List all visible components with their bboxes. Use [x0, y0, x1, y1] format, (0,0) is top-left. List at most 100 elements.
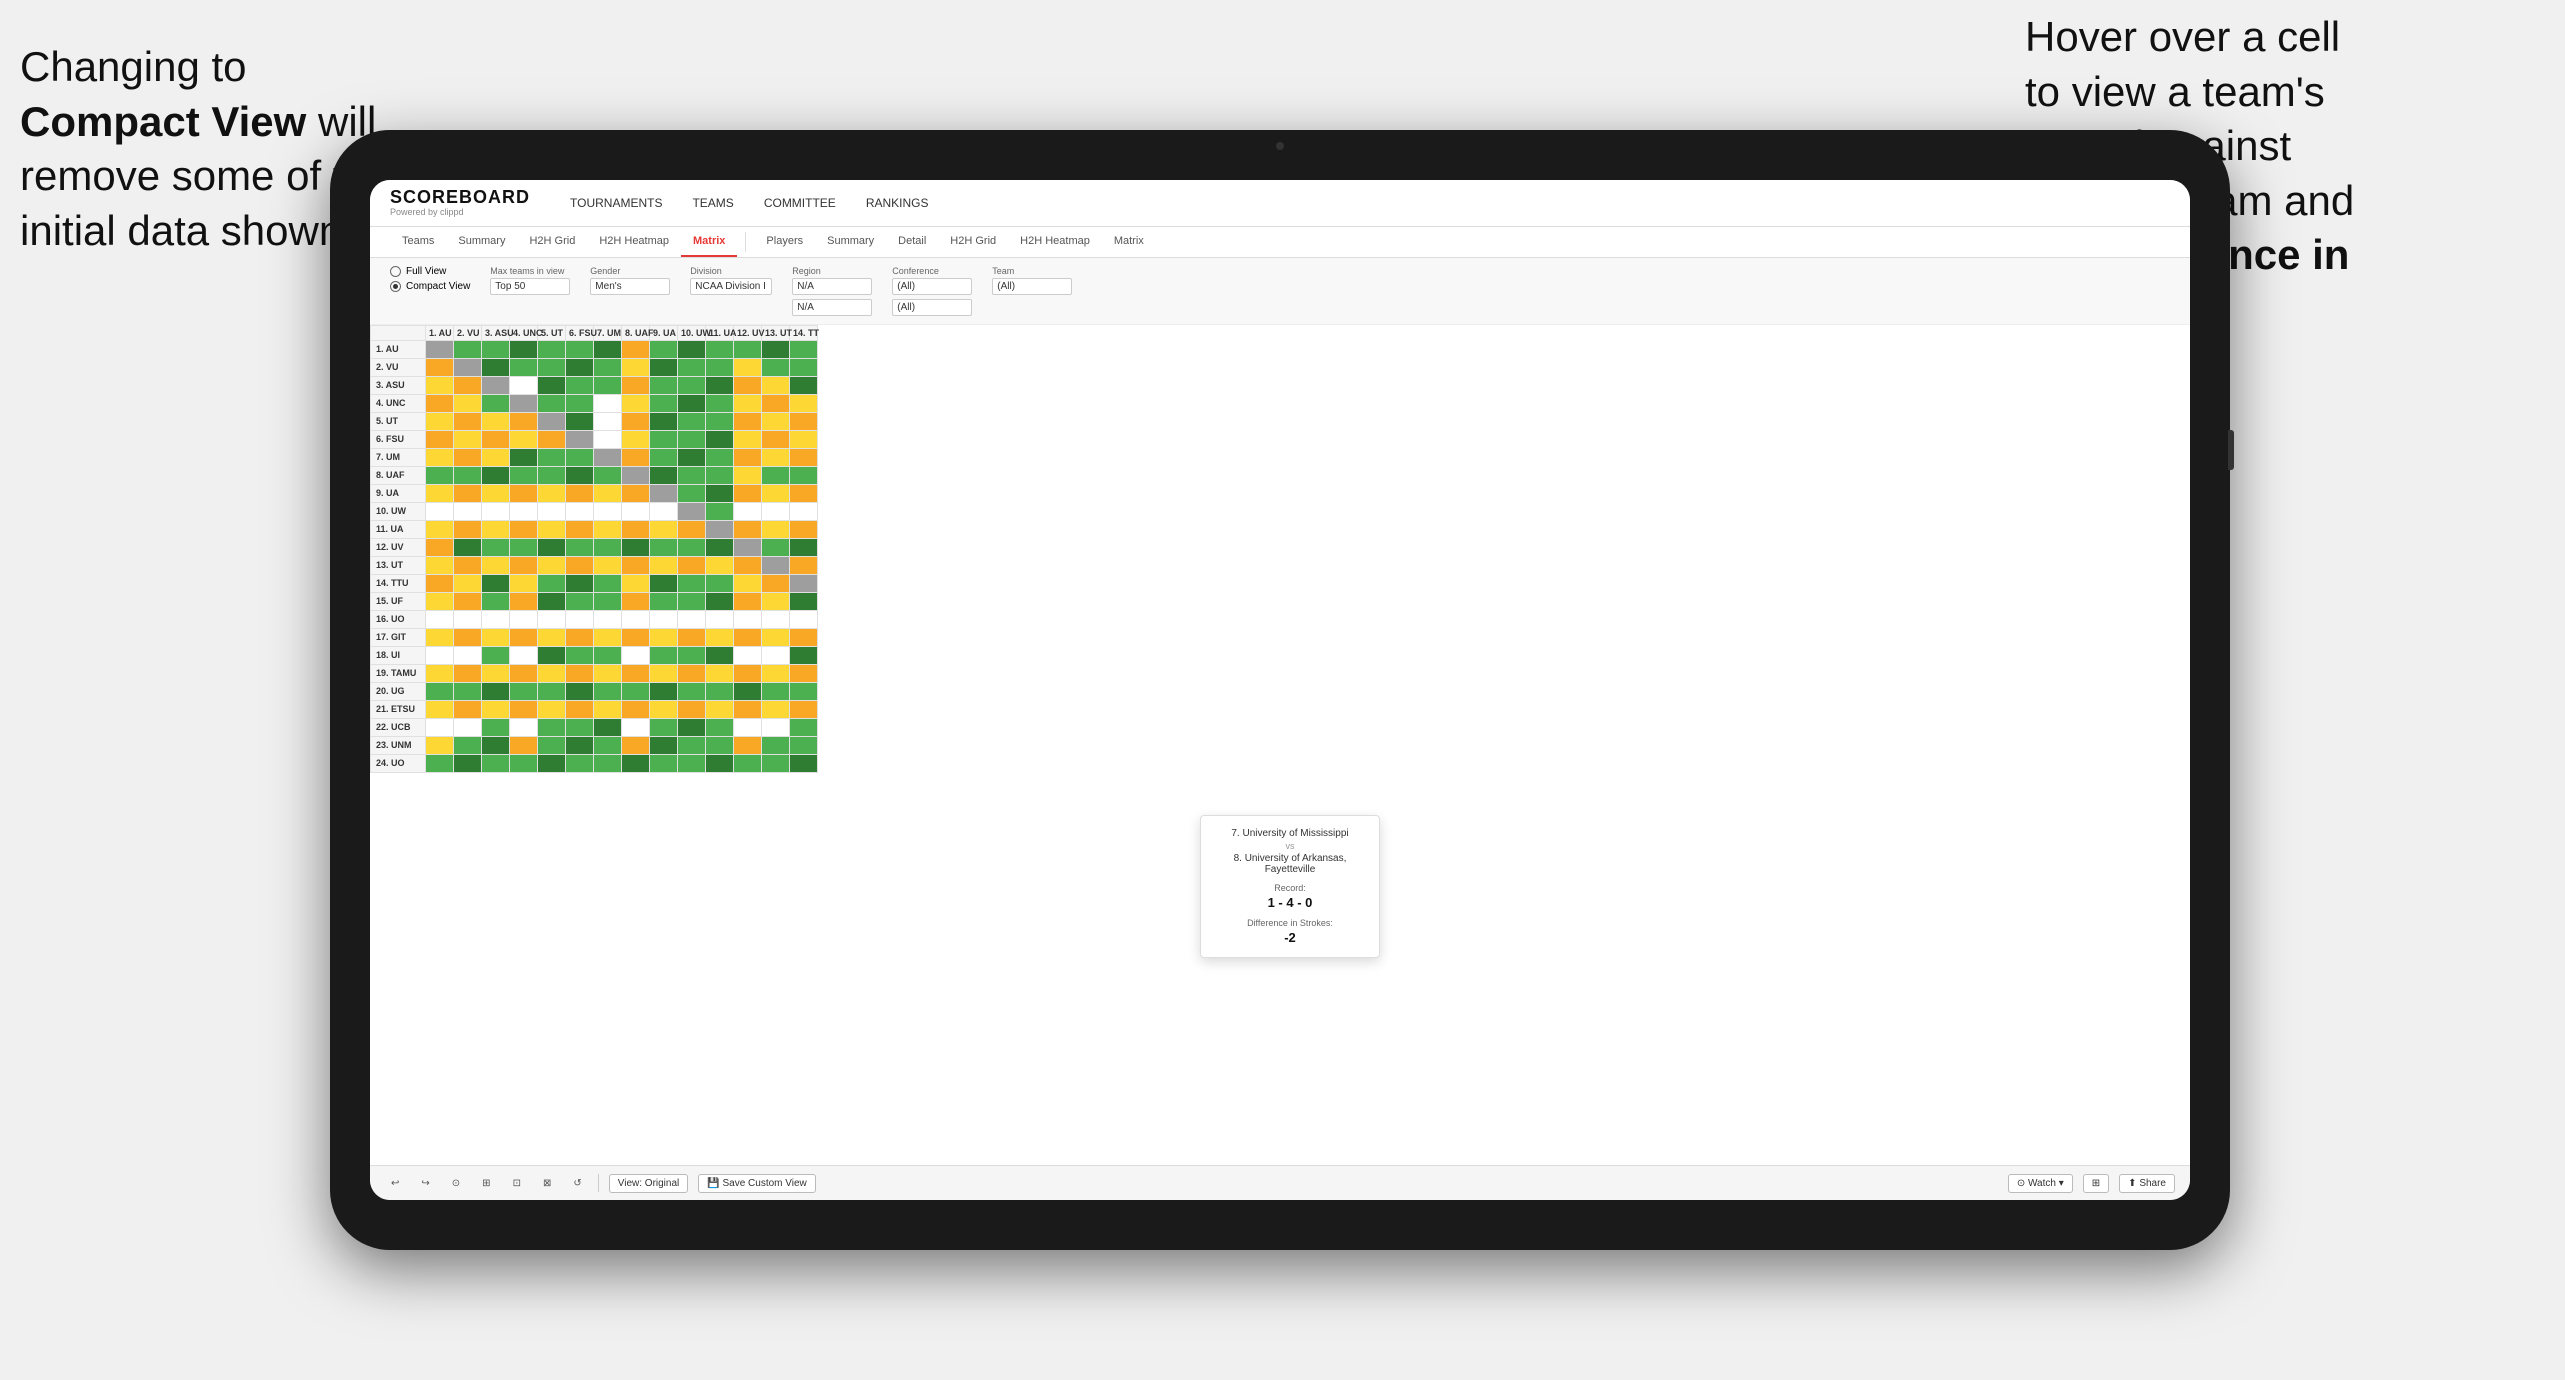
matrix-cell[interactable]	[734, 376, 762, 394]
matrix-cell[interactable]	[510, 664, 538, 682]
matrix-cell[interactable]	[706, 700, 734, 718]
matrix-cell[interactable]	[426, 664, 454, 682]
matrix-cell[interactable]	[482, 718, 510, 736]
matrix-cell[interactable]	[678, 664, 706, 682]
matrix-cell[interactable]	[650, 502, 678, 520]
matrix-cell[interactable]	[454, 520, 482, 538]
matrix-cell[interactable]	[650, 592, 678, 610]
matrix-cell[interactable]	[426, 736, 454, 754]
matrix-cell[interactable]	[426, 556, 454, 574]
matrix-cell[interactable]	[678, 610, 706, 628]
full-view-radio[interactable]: Full View	[390, 266, 470, 277]
matrix-cell[interactable]	[482, 484, 510, 502]
matrix-cell[interactable]	[734, 574, 762, 592]
matrix-cell[interactable]	[538, 574, 566, 592]
matrix-cell[interactable]	[510, 592, 538, 610]
matrix-cell[interactable]	[454, 664, 482, 682]
matrix-cell[interactable]	[762, 592, 790, 610]
matrix-cell[interactable]	[762, 376, 790, 394]
matrix-cell[interactable]	[482, 754, 510, 772]
matrix-cell[interactable]	[538, 754, 566, 772]
matrix-cell[interactable]	[510, 718, 538, 736]
matrix-cell[interactable]	[426, 394, 454, 412]
matrix-cell[interactable]	[594, 556, 622, 574]
matrix-cell[interactable]	[622, 682, 650, 700]
toolbar-view-original[interactable]: View: Original	[609, 1174, 689, 1193]
matrix-cell[interactable]	[482, 574, 510, 592]
matrix-cell[interactable]	[538, 700, 566, 718]
matrix-cell[interactable]	[650, 340, 678, 358]
matrix-cell[interactable]	[622, 754, 650, 772]
matrix-cell[interactable]	[762, 430, 790, 448]
matrix-cell[interactable]	[566, 358, 594, 376]
matrix-cell[interactable]	[510, 574, 538, 592]
matrix-cell[interactable]	[538, 430, 566, 448]
matrix-cell[interactable]	[566, 736, 594, 754]
toolbar-grid[interactable]: ⊞	[2083, 1174, 2109, 1193]
matrix-cell[interactable]	[538, 736, 566, 754]
matrix-cell[interactable]	[706, 538, 734, 556]
matrix-cell[interactable]	[706, 628, 734, 646]
matrix-cell[interactable]	[762, 700, 790, 718]
matrix-cell[interactable]	[790, 682, 818, 700]
matrix-cell[interactable]	[566, 610, 594, 628]
matrix-cell[interactable]	[566, 682, 594, 700]
matrix-cell[interactable]	[538, 628, 566, 646]
matrix-cell[interactable]	[482, 358, 510, 376]
matrix-cell[interactable]	[622, 556, 650, 574]
filter-conference-select2[interactable]: (All)	[892, 299, 972, 316]
matrix-cell[interactable]	[678, 538, 706, 556]
matrix-cell[interactable]	[426, 646, 454, 664]
matrix-cell[interactable]	[482, 664, 510, 682]
matrix-cell[interactable]	[678, 502, 706, 520]
toolbar-share[interactable]: ⬆ Share	[2119, 1174, 2175, 1193]
matrix-cell[interactable]	[594, 448, 622, 466]
nav-teams[interactable]: TEAMS	[692, 192, 733, 214]
matrix-cell[interactable]	[706, 394, 734, 412]
matrix-cell[interactable]	[426, 592, 454, 610]
matrix-cell[interactable]	[622, 466, 650, 484]
filter-region-select1[interactable]: N/A	[792, 278, 872, 295]
tab-players-h2h-grid[interactable]: H2H Grid	[938, 227, 1008, 257]
matrix-cell[interactable]	[594, 700, 622, 718]
matrix-cell[interactable]	[510, 556, 538, 574]
matrix-cell[interactable]	[678, 736, 706, 754]
matrix-cell[interactable]	[650, 484, 678, 502]
matrix-cell[interactable]	[734, 394, 762, 412]
matrix-cell[interactable]	[650, 574, 678, 592]
matrix-cell[interactable]	[678, 628, 706, 646]
tab-players-summary[interactable]: Summary	[815, 227, 886, 257]
matrix-cell[interactable]	[622, 376, 650, 394]
toolbar-reset[interactable]: ↺	[567, 1175, 587, 1192]
matrix-cell[interactable]	[734, 664, 762, 682]
tab-players-matrix[interactable]: Matrix	[1102, 227, 1156, 257]
matrix-cell[interactable]	[762, 412, 790, 430]
matrix-cell[interactable]	[510, 538, 538, 556]
matrix-cell[interactable]	[650, 700, 678, 718]
matrix-cell[interactable]	[454, 700, 482, 718]
matrix-cell[interactable]	[762, 754, 790, 772]
matrix-cell[interactable]	[454, 484, 482, 502]
matrix-cell[interactable]	[510, 628, 538, 646]
matrix-cell[interactable]	[594, 394, 622, 412]
matrix-cell[interactable]	[706, 340, 734, 358]
matrix-cell[interactable]	[706, 574, 734, 592]
matrix-cell[interactable]	[678, 754, 706, 772]
matrix-cell[interactable]	[566, 592, 594, 610]
matrix-cell[interactable]	[426, 358, 454, 376]
matrix-cell[interactable]	[622, 358, 650, 376]
matrix-cell[interactable]	[706, 682, 734, 700]
matrix-cell[interactable]	[762, 574, 790, 592]
matrix-cell[interactable]	[482, 412, 510, 430]
matrix-cell[interactable]	[538, 682, 566, 700]
nav-rankings[interactable]: RANKINGS	[866, 192, 929, 214]
matrix-cell[interactable]	[482, 502, 510, 520]
matrix-cell[interactable]	[482, 646, 510, 664]
matrix-cell[interactable]	[622, 520, 650, 538]
matrix-cell[interactable]	[790, 484, 818, 502]
matrix-cell[interactable]	[566, 574, 594, 592]
matrix-cell[interactable]	[454, 646, 482, 664]
matrix-cell[interactable]	[454, 412, 482, 430]
tab-h2h-heatmap[interactable]: H2H Heatmap	[587, 227, 681, 257]
matrix-cell[interactable]	[762, 664, 790, 682]
